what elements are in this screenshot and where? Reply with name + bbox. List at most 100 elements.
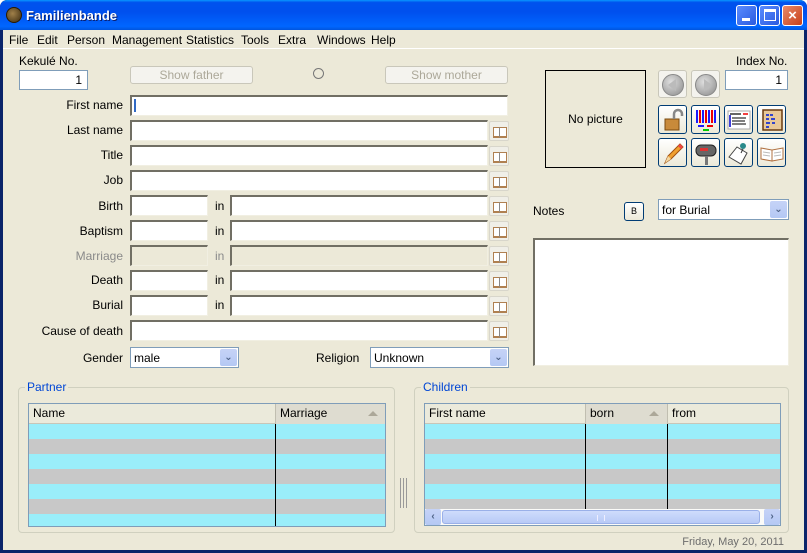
previous-button[interactable] <box>658 70 687 98</box>
scroll-right-arrow-icon[interactable]: › <box>764 509 780 525</box>
minimize-button[interactable] <box>736 5 757 26</box>
scrollbar-thumb[interactable] <box>442 510 760 524</box>
children-col-from[interactable]: from <box>668 404 780 424</box>
death-place-input[interactable] <box>230 270 488 291</box>
cause-of-death-source-button[interactable] <box>489 321 509 341</box>
last-name-input[interactable] <box>130 120 488 141</box>
job-input[interactable] <box>130 170 488 191</box>
table-row[interactable] <box>425 469 780 484</box>
unlock-button[interactable] <box>658 105 687 134</box>
table-row[interactable] <box>29 499 385 514</box>
kekule-input[interactable]: 1 <box>19 70 88 90</box>
burial-date-input[interactable] <box>130 295 208 316</box>
table-row[interactable] <box>29 439 385 454</box>
notes-textarea[interactable] <box>533 238 789 366</box>
baptism-place-input[interactable] <box>230 220 488 241</box>
menu-tools[interactable]: Tools <box>241 33 269 47</box>
column-divider <box>585 424 586 509</box>
table-row[interactable] <box>29 424 385 439</box>
title-input[interactable] <box>130 145 488 166</box>
panel-splitter[interactable] <box>399 478 409 508</box>
notes-type-value: for Burial <box>662 203 711 217</box>
table-row[interactable] <box>29 469 385 484</box>
table-row[interactable] <box>29 484 385 499</box>
parent-radio[interactable] <box>313 68 324 79</box>
marriage-place-input <box>230 245 488 266</box>
children-table[interactable]: First name born from ‹ › <box>424 403 781 526</box>
table-row[interactable] <box>425 499 780 509</box>
scroll-left-arrow-icon[interactable]: ‹ <box>425 509 441 525</box>
menu-bar: File Edit Person Management Statistics T… <box>3 30 804 49</box>
no-picture-text: No picture <box>568 112 623 126</box>
document-button[interactable] <box>757 105 786 134</box>
table-row[interactable] <box>29 514 385 526</box>
main-form: File Edit Person Management Statistics T… <box>3 30 804 550</box>
birth-place-input[interactable] <box>230 195 488 216</box>
chevron-down-icon[interactable]: ⌄ <box>220 349 237 366</box>
list-button[interactable] <box>724 105 753 134</box>
birth-source-button[interactable] <box>489 196 509 216</box>
bold-button[interactable]: B <box>624 202 644 221</box>
notes-type-select[interactable]: for Burial ⌄ <box>658 199 789 220</box>
next-button[interactable] <box>691 70 720 98</box>
death-date-input[interactable] <box>130 270 208 291</box>
first-name-input[interactable] <box>130 95 508 116</box>
partner-table[interactable]: Name Marriage <box>28 403 386 527</box>
menu-file[interactable]: File <box>9 33 28 47</box>
chart-button[interactable] <box>691 105 720 134</box>
note-button[interactable] <box>724 138 753 167</box>
menu-help[interactable]: Help <box>371 33 396 47</box>
children-col-first-name[interactable]: First name <box>425 404 586 424</box>
mail-button[interactable] <box>691 138 720 167</box>
baptism-date-input[interactable] <box>130 220 208 241</box>
show-mother-button[interactable]: Show mother <box>385 66 508 84</box>
baptism-source-button[interactable] <box>489 221 509 241</box>
children-col-born[interactable]: born <box>586 404 668 424</box>
maximize-button[interactable] <box>759 5 780 26</box>
close-button[interactable]: × <box>782 5 803 26</box>
index-input[interactable]: 1 <box>725 70 788 90</box>
burial-place-input[interactable] <box>230 295 488 316</box>
religion-select[interactable]: Unknown ⌄ <box>370 347 509 368</box>
title-bar[interactable]: Familienbande × <box>0 0 807 30</box>
column-label: First name <box>429 406 486 420</box>
partner-col-name[interactable]: Name <box>29 404 276 424</box>
last-name-source-button[interactable] <box>489 121 509 141</box>
burial-source-button[interactable] <box>489 296 509 316</box>
birth-label: Birth <box>98 199 123 213</box>
menu-extra[interactable]: Extra <box>278 33 306 47</box>
horizontal-scrollbar[interactable]: ‹ › <box>425 509 780 525</box>
first-name-label: First name <box>66 98 123 112</box>
menu-management[interactable]: Management <box>112 33 182 47</box>
column-label: Marriage <box>280 406 328 420</box>
partner-col-marriage[interactable]: Marriage <box>276 404 385 424</box>
book-button[interactable] <box>757 138 786 167</box>
menu-statistics[interactable]: Statistics <box>186 33 234 47</box>
partner-legend: Partner <box>25 380 69 394</box>
show-father-button[interactable]: Show father <box>130 66 253 84</box>
marriage-source-button[interactable] <box>489 246 509 266</box>
menu-edit[interactable]: Edit <box>37 33 58 47</box>
gender-value: male <box>134 351 161 365</box>
death-source-button[interactable] <box>489 271 509 291</box>
title-source-button[interactable] <box>489 146 509 166</box>
chevron-down-icon[interactable]: ⌄ <box>490 349 507 366</box>
close-icon: × <box>788 7 797 24</box>
job-source-button[interactable] <box>489 171 509 191</box>
edit-button[interactable] <box>658 138 687 167</box>
table-row[interactable] <box>425 484 780 499</box>
cause-of-death-input[interactable] <box>130 320 488 341</box>
menu-windows[interactable]: Windows <box>317 33 366 47</box>
baptism-in-label: in <box>215 224 225 238</box>
table-row[interactable] <box>29 454 385 469</box>
partner-table-header: Name Marriage <box>29 404 385 424</box>
person-picture[interactable]: No picture <box>545 70 646 168</box>
table-row[interactable] <box>425 424 780 439</box>
table-row[interactable] <box>425 454 780 469</box>
chevron-down-icon[interactable]: ⌄ <box>770 201 787 218</box>
table-row[interactable] <box>425 439 780 454</box>
gender-select[interactable]: male ⌄ <box>130 347 239 368</box>
menu-person[interactable]: Person <box>67 33 105 47</box>
birth-date-input[interactable] <box>130 195 208 216</box>
window-title: Familienbande <box>26 8 118 23</box>
